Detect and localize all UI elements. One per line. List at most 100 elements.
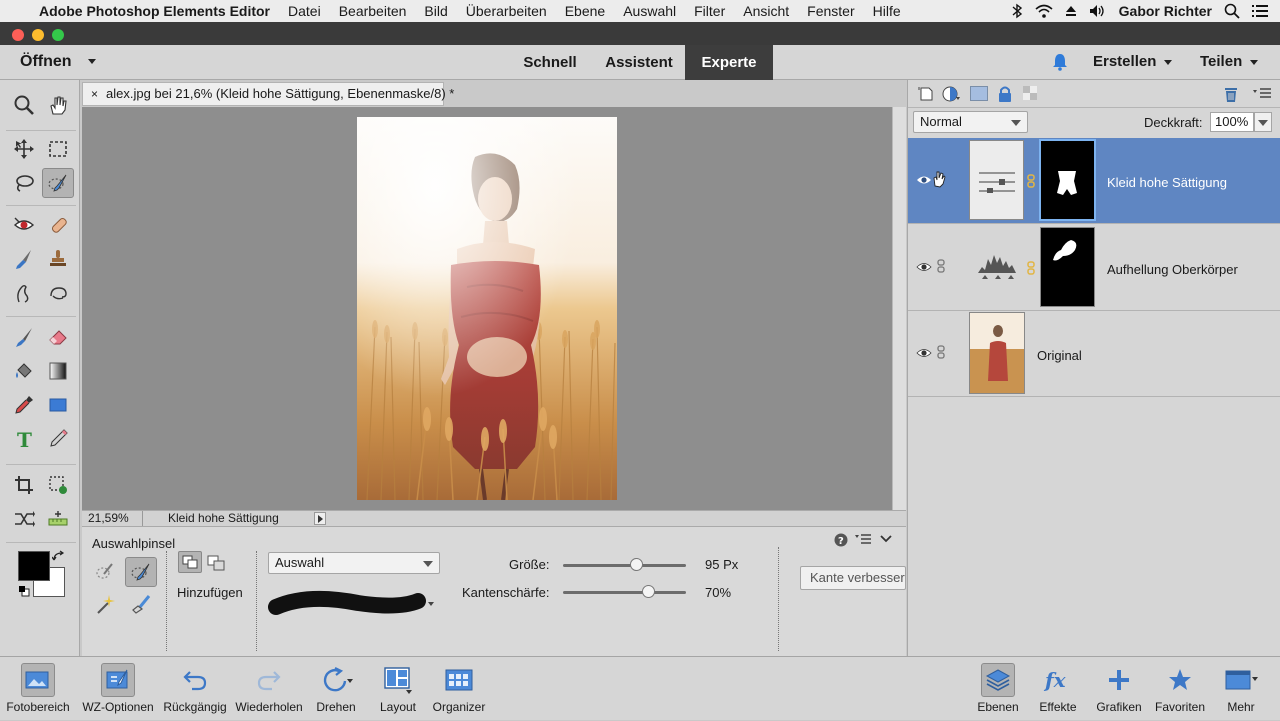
layer-name[interactable]: Original xyxy=(1037,348,1082,363)
status-menu-arrow-icon[interactable] xyxy=(314,512,326,525)
opacity-dropdown-button[interactable] xyxy=(1254,112,1272,132)
help-icon[interactable]: ? xyxy=(834,533,848,547)
feather-value[interactable]: 70% xyxy=(705,585,731,600)
collapse-options-icon[interactable] xyxy=(880,534,892,544)
notification-list-icon[interactable] xyxy=(1252,4,1268,18)
size-slider-handle[interactable] xyxy=(629,558,643,571)
lasso-tool-icon[interactable] xyxy=(8,168,40,198)
favorites-button[interactable]: Favoriten xyxy=(1150,657,1210,721)
crop-tool-icon[interactable] xyxy=(8,470,40,500)
size-value[interactable]: 95 Px xyxy=(705,557,738,572)
refine-edge-button[interactable]: Kante verbesser... xyxy=(800,566,906,590)
document-photo[interactable] xyxy=(357,117,617,500)
panel-menu-icon[interactable] xyxy=(855,534,871,546)
blur-tool-icon[interactable] xyxy=(8,278,40,308)
move-tool-icon[interactable] xyxy=(8,134,40,164)
layer-row[interactable]: Aufhellung Oberkörper xyxy=(908,225,1280,311)
share-button[interactable]: Teilen xyxy=(1200,53,1259,70)
menu-datei[interactable]: Datei xyxy=(279,3,330,19)
original-layer-thumbnail[interactable] xyxy=(969,312,1025,394)
layer-row[interactable]: Original xyxy=(908,311,1280,397)
visibility-eye-icon[interactable] xyxy=(916,174,932,186)
hand-tool-icon[interactable] xyxy=(42,90,74,120)
swap-colors-icon[interactable] xyxy=(52,550,66,564)
mask-link-icon[interactable] xyxy=(1027,174,1035,188)
eraser-tool-icon[interactable] xyxy=(42,322,74,352)
more-button[interactable]: Mehr xyxy=(1212,657,1270,721)
trash-icon[interactable] xyxy=(1223,85,1239,103)
layers-button[interactable]: Ebenen xyxy=(968,657,1028,721)
menu-app-name[interactable]: Adobe Photoshop Elements Editor xyxy=(30,3,279,19)
menu-ansicht[interactable]: Ansicht xyxy=(734,3,798,19)
size-slider-track[interactable] xyxy=(563,564,686,567)
blend-mode-dropdown[interactable]: Normal xyxy=(913,111,1028,133)
wifi-icon[interactable] xyxy=(1035,4,1053,18)
layer-mask-thumbnail[interactable] xyxy=(1039,139,1096,221)
recompose-tool-icon[interactable] xyxy=(42,470,74,500)
paint-bucket-icon[interactable] xyxy=(8,356,40,386)
brush-tool-icon[interactable] xyxy=(8,322,40,352)
volume-icon[interactable] xyxy=(1089,4,1107,18)
photo-bin-button[interactable]: Fotobereich xyxy=(0,657,76,721)
lock-transparency-icon[interactable] xyxy=(1022,85,1040,103)
smart-brush-icon[interactable] xyxy=(8,244,40,274)
zoom-tool-icon[interactable] xyxy=(8,90,40,120)
menu-filter[interactable]: Filter xyxy=(685,3,734,19)
effects-button[interactable]: fx Effekte xyxy=(1030,657,1086,721)
layers-panel-menu-icon[interactable] xyxy=(1253,88,1271,100)
brush-preview[interactable] xyxy=(268,589,438,623)
zoom-level[interactable]: 21,59% xyxy=(88,511,129,526)
selection-brush-icon[interactable] xyxy=(42,168,74,198)
eyedropper-icon[interactable] xyxy=(8,390,40,420)
rectangular-marquee-icon[interactable] xyxy=(42,134,74,164)
feather-slider-track[interactable] xyxy=(563,591,686,594)
organizer-button[interactable]: Organizer xyxy=(428,657,490,721)
red-eye-tool-icon[interactable] xyxy=(8,210,40,240)
adjustment-thumbnail[interactable] xyxy=(969,140,1024,220)
user-name[interactable]: Gabor Richter xyxy=(1119,3,1212,19)
redo-button[interactable]: Wiederholen xyxy=(232,657,306,721)
graphics-button[interactable]: Grafiken xyxy=(1090,657,1148,721)
tab-experte[interactable]: Experte xyxy=(685,45,773,80)
feather-slider-handle[interactable] xyxy=(642,585,656,598)
menu-hilfe[interactable]: Hilfe xyxy=(864,3,910,19)
bluetooth-icon[interactable] xyxy=(1011,3,1023,19)
menu-bild[interactable]: Bild xyxy=(415,3,456,19)
visibility-eye-icon[interactable] xyxy=(916,261,932,273)
lock-icon[interactable] xyxy=(998,85,1012,103)
layer-mask-thumbnail[interactable] xyxy=(1040,227,1095,307)
create-button[interactable]: Erstellen xyxy=(1093,53,1173,70)
magic-wand-variant-icon[interactable] xyxy=(94,593,116,615)
mode-add-button[interactable] xyxy=(178,551,202,573)
refine-brush-variant-icon[interactable] xyxy=(130,593,152,615)
layout-button[interactable]: Layout xyxy=(370,657,426,721)
shape-tool-icon[interactable] xyxy=(42,390,74,420)
layer-name[interactable]: Kleid hohe Sättigung xyxy=(1107,175,1227,190)
mask-link-icon[interactable] xyxy=(1027,261,1035,275)
menu-ueberarbeiten[interactable]: Überarbeiten xyxy=(457,3,556,19)
spotlight-search-icon[interactable] xyxy=(1224,3,1240,19)
rotate-button[interactable]: Drehen xyxy=(308,657,364,721)
undo-button[interactable]: Rückgängig xyxy=(160,657,230,721)
document-tab[interactable]: × alex.jpg bei 21,6% (Kleid hohe Sättigun… xyxy=(82,82,454,106)
selection-brush-variant-button[interactable] xyxy=(125,557,157,587)
menu-ebene[interactable]: Ebene xyxy=(556,3,614,19)
zoom-window-button[interactable] xyxy=(52,29,64,41)
straighten-tool-icon[interactable] xyxy=(42,504,74,534)
foreground-color-swatch[interactable] xyxy=(18,551,50,581)
bell-icon[interactable] xyxy=(1051,53,1069,71)
content-aware-move-icon[interactable] xyxy=(8,504,40,534)
tab-assistent[interactable]: Assistent xyxy=(595,45,683,80)
menu-auswahl[interactable]: Auswahl xyxy=(614,3,685,19)
layer-row[interactable]: Kleid hohe Sättigung xyxy=(908,138,1280,224)
close-document-icon[interactable]: × xyxy=(91,87,98,101)
new-layer-icon[interactable] xyxy=(918,86,934,102)
vertical-scrollbar[interactable] xyxy=(892,107,906,510)
quick-selection-variant-icon[interactable] xyxy=(94,561,116,583)
pencil-tool-icon[interactable] xyxy=(42,424,74,454)
tool-options-button[interactable]: WZ-Optionen xyxy=(78,657,158,721)
adjustment-layer-icon[interactable] xyxy=(942,85,962,103)
layer-name[interactable]: Aufhellung Oberkörper xyxy=(1107,262,1238,277)
spot-healing-icon[interactable] xyxy=(42,210,74,240)
open-dropdown-icon[interactable] xyxy=(88,59,96,64)
